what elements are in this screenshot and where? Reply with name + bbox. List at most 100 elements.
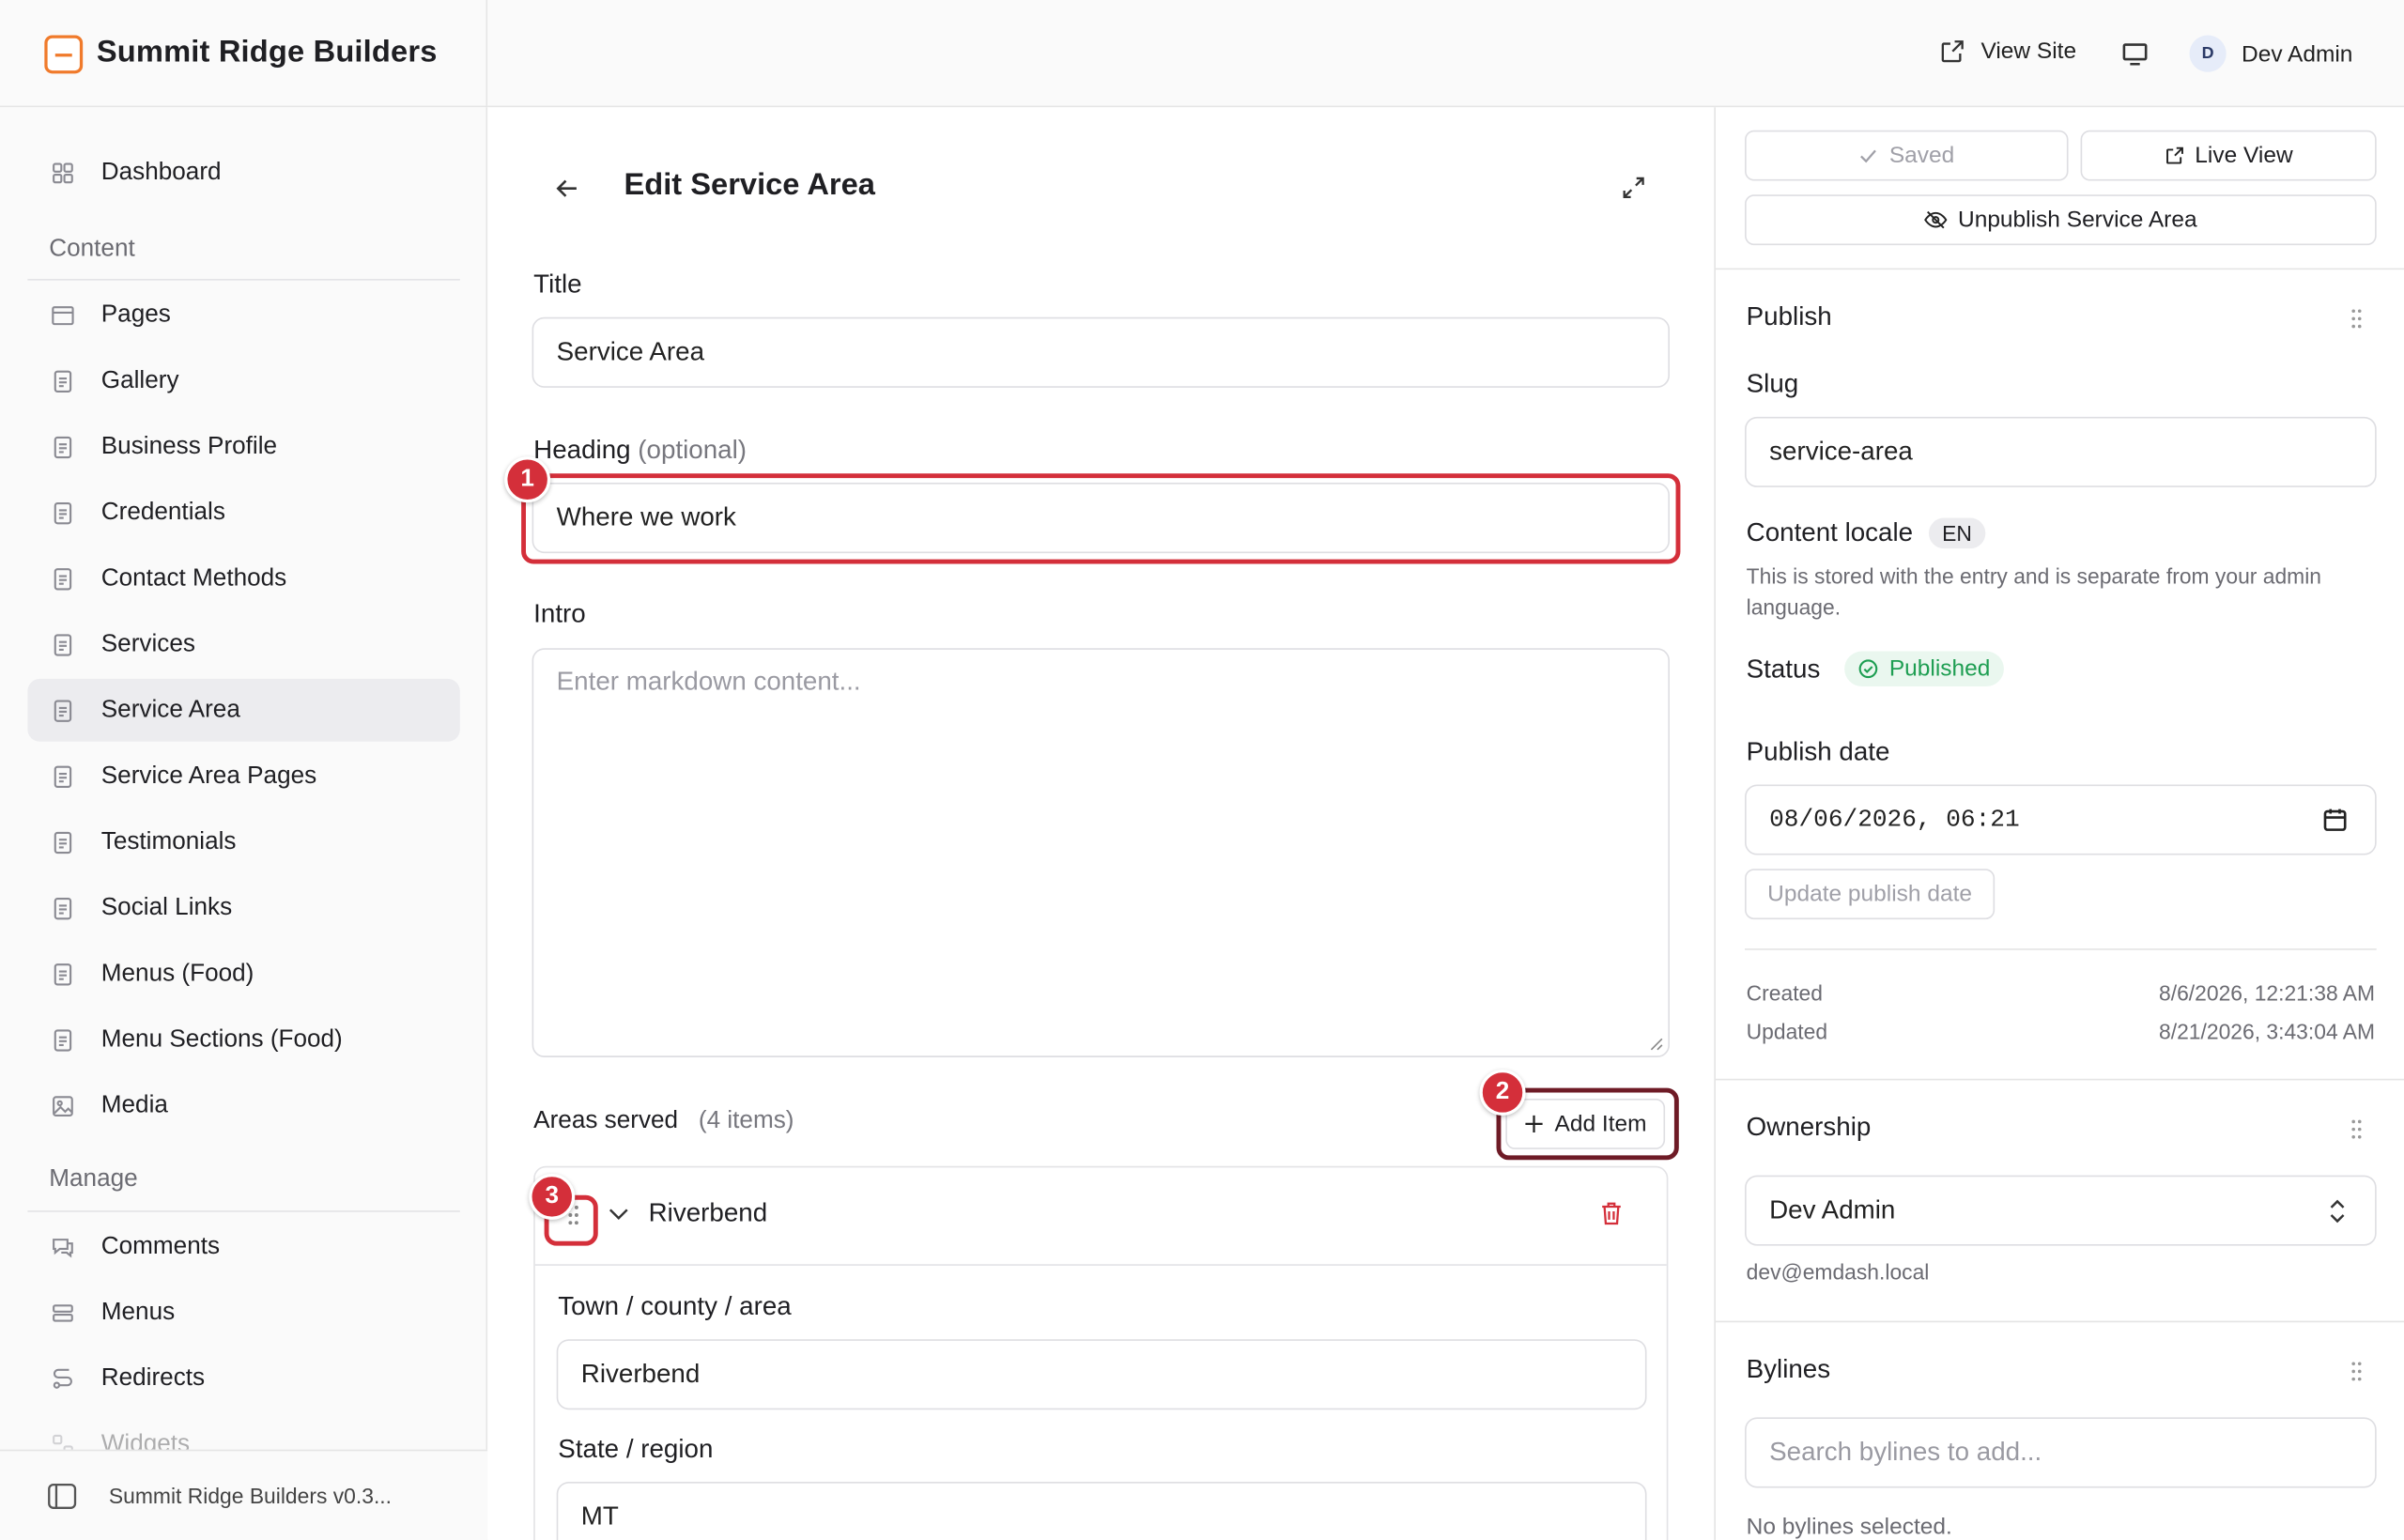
document-icon bbox=[54, 369, 72, 393]
locale-badge: EN bbox=[1928, 517, 1986, 549]
settings-panel: Saved Live View Unpublish Service Area P… bbox=[1714, 107, 2404, 1540]
heading-label: Heading (optional) bbox=[533, 435, 747, 466]
app-version: Summit Ridge Builders v0.3... bbox=[108, 1483, 393, 1508]
sidebar-item-testimonials[interactable]: Testimonials bbox=[27, 810, 459, 873]
saved-button[interactable]: Saved bbox=[1745, 130, 2069, 181]
sidebar-item-menu-sections-food[interactable]: Menu Sections (Food) bbox=[27, 1009, 459, 1071]
unpublish-label: Unpublish Service Area bbox=[1958, 207, 2197, 234]
live-view-button[interactable]: Live View bbox=[2080, 130, 2377, 181]
divider bbox=[27, 278, 460, 281]
publish-date-value: 08/06/2026, 06:21 bbox=[1769, 806, 2020, 834]
document-icon bbox=[54, 436, 72, 458]
update-publish-date-button[interactable]: Update publish date bbox=[1745, 869, 1996, 920]
content-section-heading: Content bbox=[49, 236, 135, 263]
preview-monitor-button[interactable] bbox=[2120, 39, 2150, 69]
avatar: D bbox=[2189, 35, 2227, 72]
live-view-label: Live View bbox=[2195, 142, 2293, 169]
expand-icon[interactable] bbox=[1622, 177, 1644, 199]
resize-handle-icon[interactable] bbox=[1650, 1038, 1664, 1052]
intro-placeholder: Enter markdown content... bbox=[556, 666, 861, 696]
check-icon bbox=[1860, 149, 1877, 163]
bylines-search-input[interactable]: Search bylines to add... bbox=[1745, 1417, 2377, 1488]
content-locale-row: Content locale EN bbox=[1746, 517, 1986, 549]
app-window: Summit Ridge Builders View Site D Dev Ad… bbox=[0, 0, 2404, 1540]
sidebar-item-services[interactable]: Services bbox=[27, 613, 459, 676]
sidebar-item-label: Redirects bbox=[100, 1364, 206, 1391]
user-name: Dev Admin bbox=[2242, 40, 2353, 67]
sidebar-toggle-icon[interactable] bbox=[48, 1483, 77, 1510]
divider bbox=[1715, 268, 2404, 270]
view-site-link[interactable]: View Site bbox=[1939, 38, 2076, 65]
slug-input-value: service-area bbox=[1769, 437, 1913, 467]
content-locale-label: Content locale bbox=[1746, 517, 1914, 547]
sidebar-item-credentials[interactable]: Credentials bbox=[27, 481, 459, 544]
unpublish-button[interactable]: Unpublish Service Area bbox=[1745, 194, 2377, 246]
calendar-icon[interactable] bbox=[2323, 808, 2348, 832]
created-value: 8/6/2026, 12:21:38 AM bbox=[2159, 980, 2376, 1006]
sidebar-item-contact-methods[interactable]: Contact Methods bbox=[27, 547, 459, 610]
drag-handle-icon[interactable] bbox=[2349, 308, 2364, 330]
sidebar-item-social-links[interactable]: Social Links bbox=[27, 876, 459, 939]
town-input-value: Riverbend bbox=[580, 1359, 701, 1389]
sidebar-item-label: Business Profile bbox=[100, 432, 278, 459]
document-icon bbox=[54, 1028, 72, 1051]
optional-hint: (optional) bbox=[638, 435, 747, 465]
sidebar-item-label: Contact Methods bbox=[100, 564, 287, 592]
back-arrow-icon[interactable] bbox=[555, 177, 579, 201]
top-bar: View Site D Dev Admin bbox=[487, 0, 2404, 108]
title-label: Title bbox=[533, 270, 582, 300]
document-icon bbox=[54, 699, 72, 722]
sidebar-item-service-area-pages[interactable]: Service Area Pages bbox=[27, 745, 459, 808]
sidebar-item-pages[interactable]: Pages bbox=[27, 284, 459, 346]
brand-name: Summit Ridge Builders bbox=[96, 35, 438, 69]
drag-handle-icon[interactable] bbox=[2349, 1361, 2364, 1382]
sidebar-item-menus-food[interactable]: Menus (Food) bbox=[27, 943, 459, 1006]
brand-logo-icon bbox=[44, 35, 84, 74]
sidebar-item-label: Testimonials bbox=[100, 827, 237, 855]
updated-value: 8/21/2026, 3:43:04 AM bbox=[2159, 1019, 2376, 1044]
sidebar-item-label: Social Links bbox=[100, 894, 233, 920]
sidebar-footer: Summit Ridge Builders v0.3... bbox=[0, 1449, 488, 1540]
sidebar-item-label: Credentials bbox=[100, 499, 225, 525]
area-item-title: Riverbend bbox=[648, 1198, 768, 1228]
sidebar-item-dashboard[interactable]: Dashboard bbox=[27, 141, 459, 204]
title-input[interactable]: Service Area bbox=[532, 316, 1671, 388]
sidebar-item-comments[interactable]: Comments bbox=[27, 1215, 459, 1278]
sidebar-item-menus[interactable]: Menus bbox=[27, 1281, 459, 1344]
saved-label: Saved bbox=[1888, 142, 1955, 169]
intro-label: Intro bbox=[533, 599, 586, 629]
state-input-value: MT bbox=[580, 1502, 619, 1532]
owner-select[interactable]: Dev Admin bbox=[1745, 1175, 2377, 1246]
town-input[interactable]: Riverbend bbox=[556, 1339, 1647, 1410]
intro-textarea[interactable]: Enter markdown content... bbox=[532, 648, 1671, 1057]
publish-date-input[interactable]: 08/06/2026, 06:21 bbox=[1745, 784, 2377, 855]
slug-input[interactable]: service-area bbox=[1745, 416, 2377, 487]
state-input[interactable]: MT bbox=[556, 1481, 1647, 1540]
state-label: State / region bbox=[558, 1434, 714, 1464]
sidebar-item-service-area[interactable]: Service Area bbox=[27, 678, 460, 742]
town-label: Town / county / area bbox=[558, 1291, 792, 1321]
sidebar-item-label: Menus bbox=[100, 1298, 176, 1325]
sidebar-item-label: Comments bbox=[100, 1232, 221, 1259]
comments-icon bbox=[53, 1238, 73, 1257]
status-value: Published bbox=[1888, 655, 1991, 683]
step-badge-2: 2 bbox=[1479, 1069, 1526, 1116]
sidebar-item-gallery[interactable]: Gallery bbox=[27, 349, 459, 412]
heading-label-text: Heading bbox=[533, 435, 631, 465]
chevron-down-icon[interactable] bbox=[609, 1208, 628, 1222]
sidebar-item-redirects[interactable]: Redirects bbox=[27, 1347, 459, 1409]
dashboard-grid-icon bbox=[53, 162, 73, 183]
sidebar-item-business-profile[interactable]: Business Profile bbox=[27, 415, 459, 478]
manage-section-heading: Manage bbox=[49, 1165, 138, 1193]
sidebar-item-media[interactable]: Media bbox=[27, 1074, 459, 1137]
window-icon bbox=[52, 305, 74, 325]
highlight-box-1 bbox=[521, 473, 1681, 564]
user-menu[interactable]: D Dev Admin bbox=[2189, 35, 2353, 72]
monitor-icon bbox=[2122, 43, 2148, 66]
drag-handle-icon[interactable] bbox=[2349, 1118, 2364, 1140]
sidebar-item-label: Services bbox=[100, 630, 195, 657]
document-icon bbox=[54, 897, 72, 919]
trash-icon[interactable] bbox=[1601, 1201, 1623, 1225]
created-label: Created bbox=[1746, 980, 1823, 1006]
area-item-header: Riverbend bbox=[534, 1167, 1667, 1266]
